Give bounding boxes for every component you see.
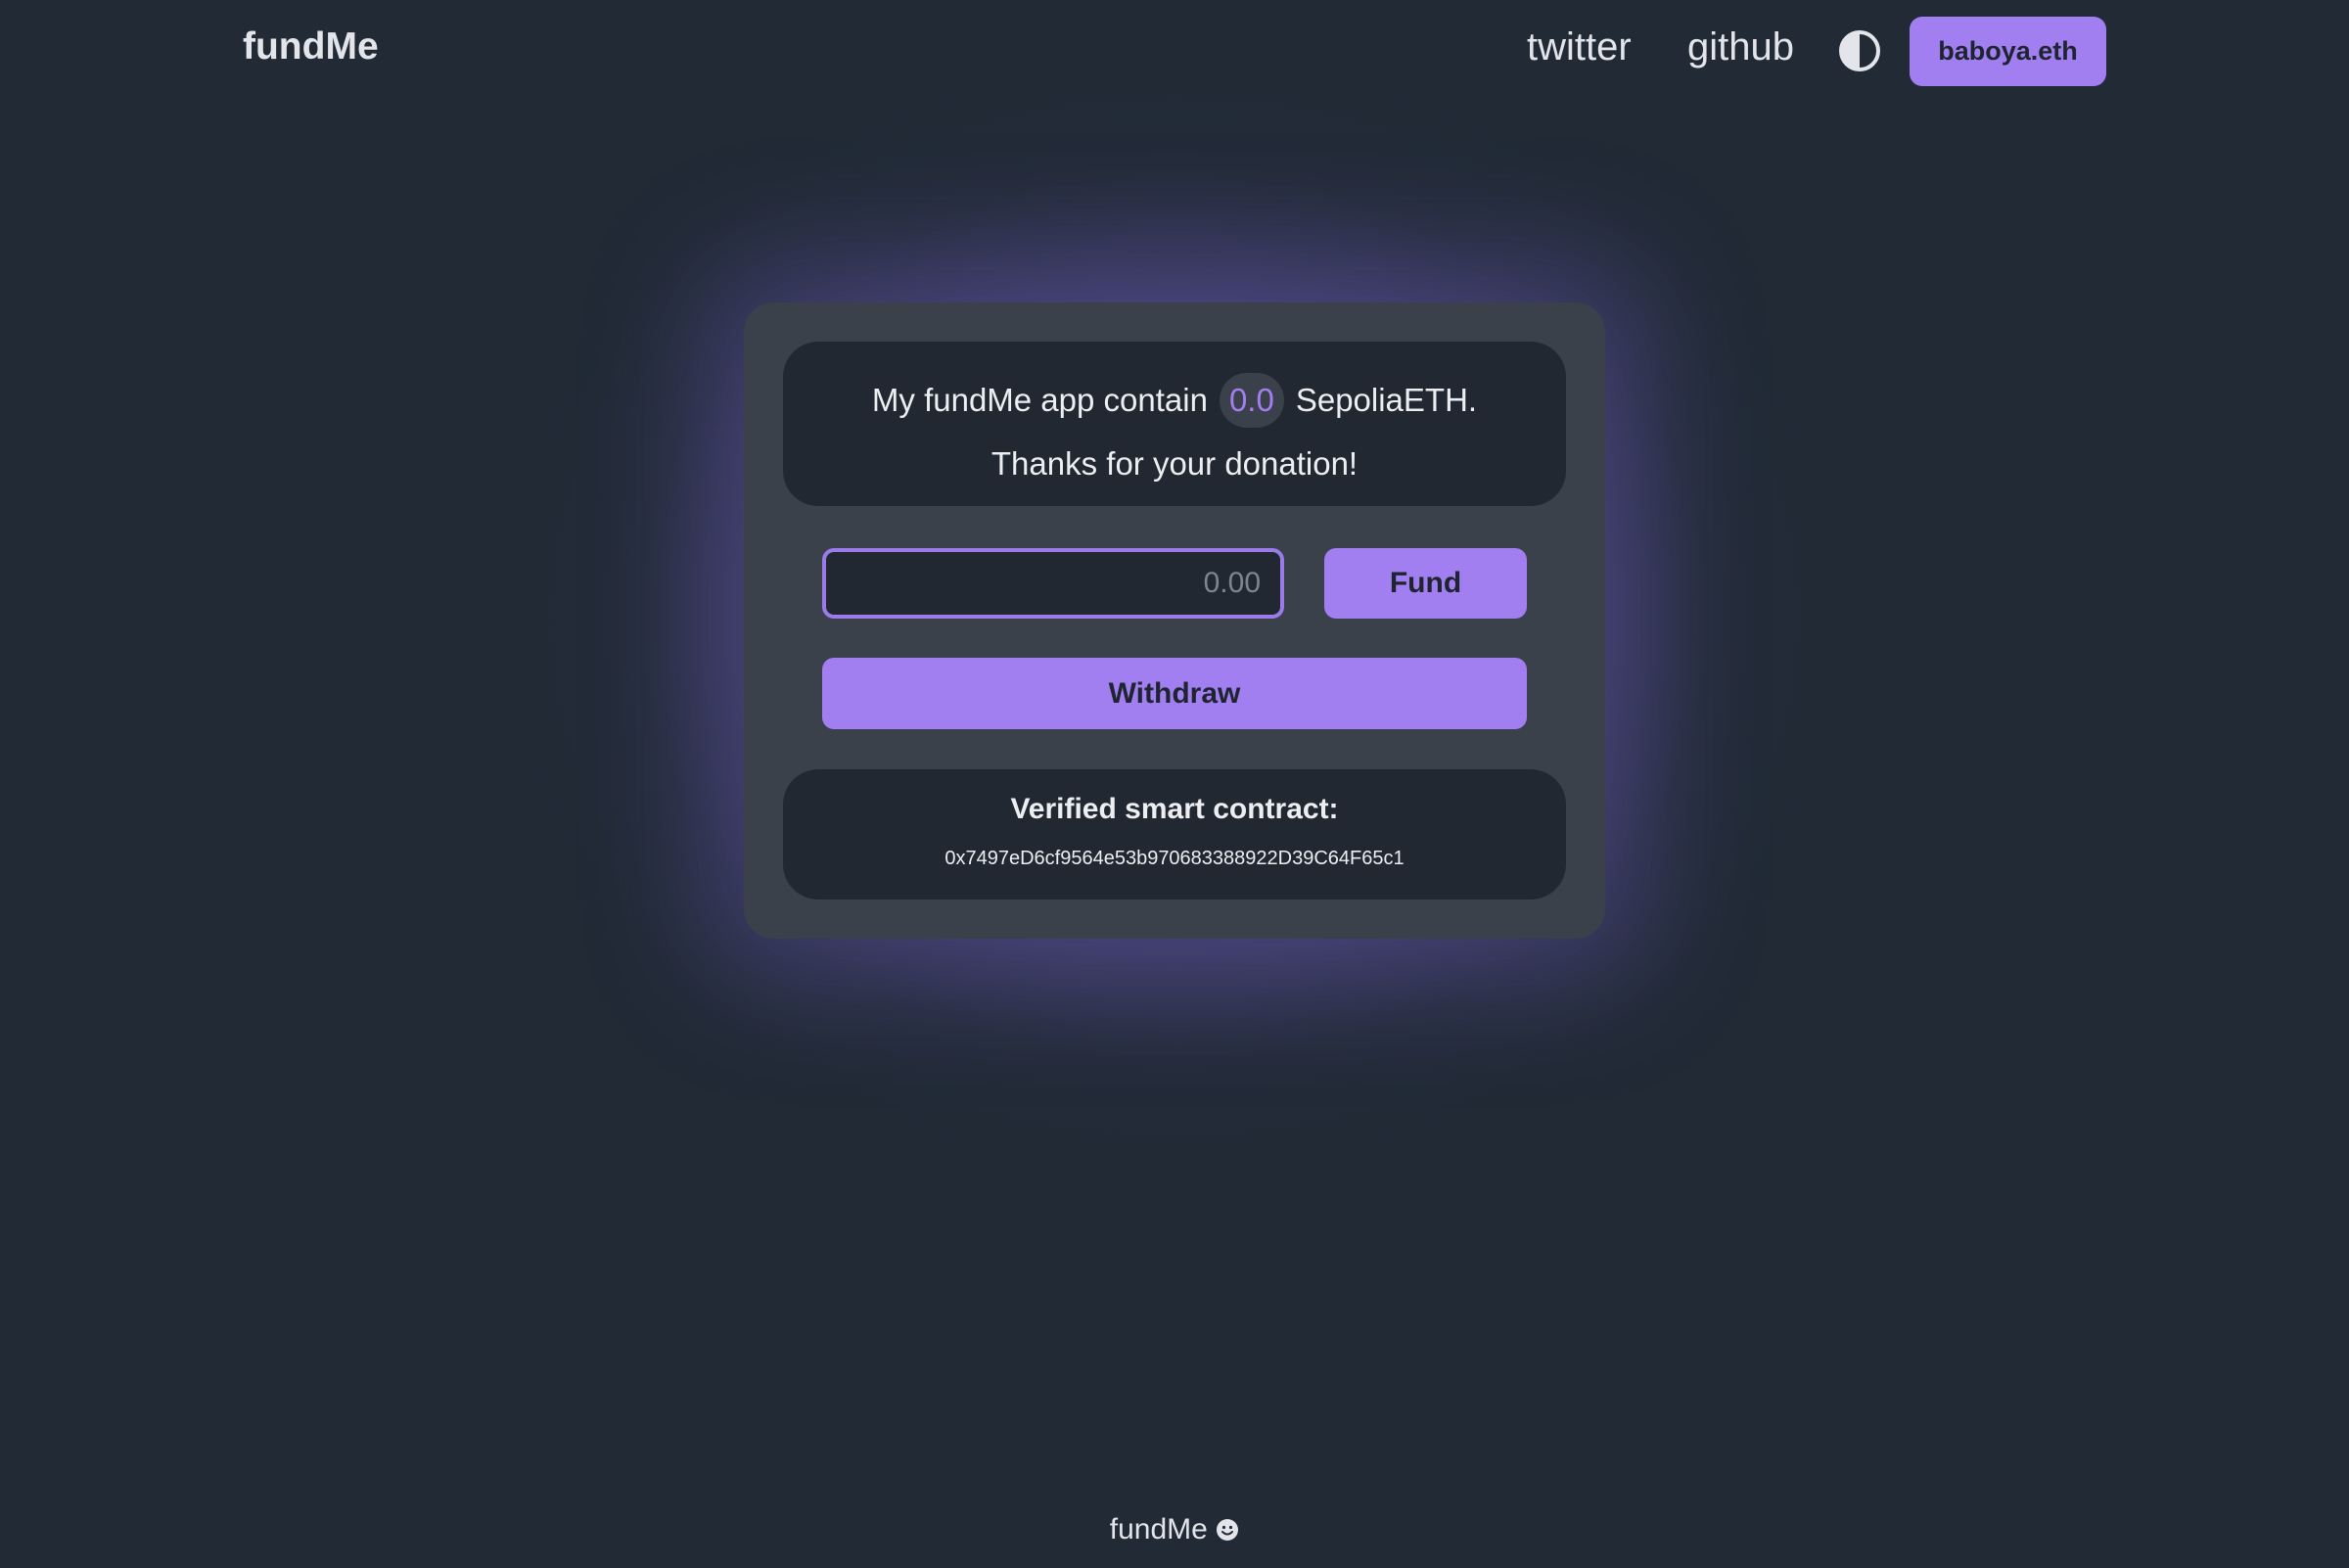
- theme-toggle-icon[interactable]: [1838, 29, 1881, 72]
- footer-text: fundMe: [1109, 1513, 1208, 1545]
- fund-card: My fundMe app contain 0.0 SepoliaETH. Th…: [744, 302, 1605, 939]
- nav-link-github[interactable]: github: [1687, 25, 1794, 69]
- wallet-account-button[interactable]: baboya.eth: [1910, 17, 2106, 86]
- smiley-icon: [1216, 1513, 1239, 1545]
- nav-link-twitter[interactable]: twitter: [1527, 25, 1632, 69]
- balance-value: 0.0: [1219, 373, 1284, 428]
- balance-info-box: My fundMe app contain 0.0 SepoliaETH. Th…: [783, 342, 1566, 506]
- balance-text-after: SepoliaETH.: [1295, 382, 1478, 418]
- contract-address[interactable]: 0x7497eD6cf9564e53b970683388922D39C64F65…: [783, 848, 1566, 870]
- footer: fundMe: [0, 1513, 2349, 1546]
- app-logo[interactable]: fundMe: [243, 25, 379, 69]
- page: fundMe twitter github baboya.eth My fund…: [0, 0, 2349, 1568]
- thanks-message: Thanks for your donation!: [990, 445, 1359, 482]
- balance-text-before: My fundMe app contain: [871, 382, 1208, 418]
- contract-title: Verified smart contract:: [1010, 793, 1339, 825]
- withdraw-button[interactable]: Withdraw: [822, 658, 1527, 729]
- balance-line: My fundMe app contain 0.0 SepoliaETH.: [783, 373, 1566, 428]
- fund-button[interactable]: Fund: [1324, 548, 1527, 619]
- amount-input[interactable]: [822, 548, 1284, 619]
- contract-info-box: Verified smart contract: 0x7497eD6cf9564…: [783, 769, 1566, 899]
